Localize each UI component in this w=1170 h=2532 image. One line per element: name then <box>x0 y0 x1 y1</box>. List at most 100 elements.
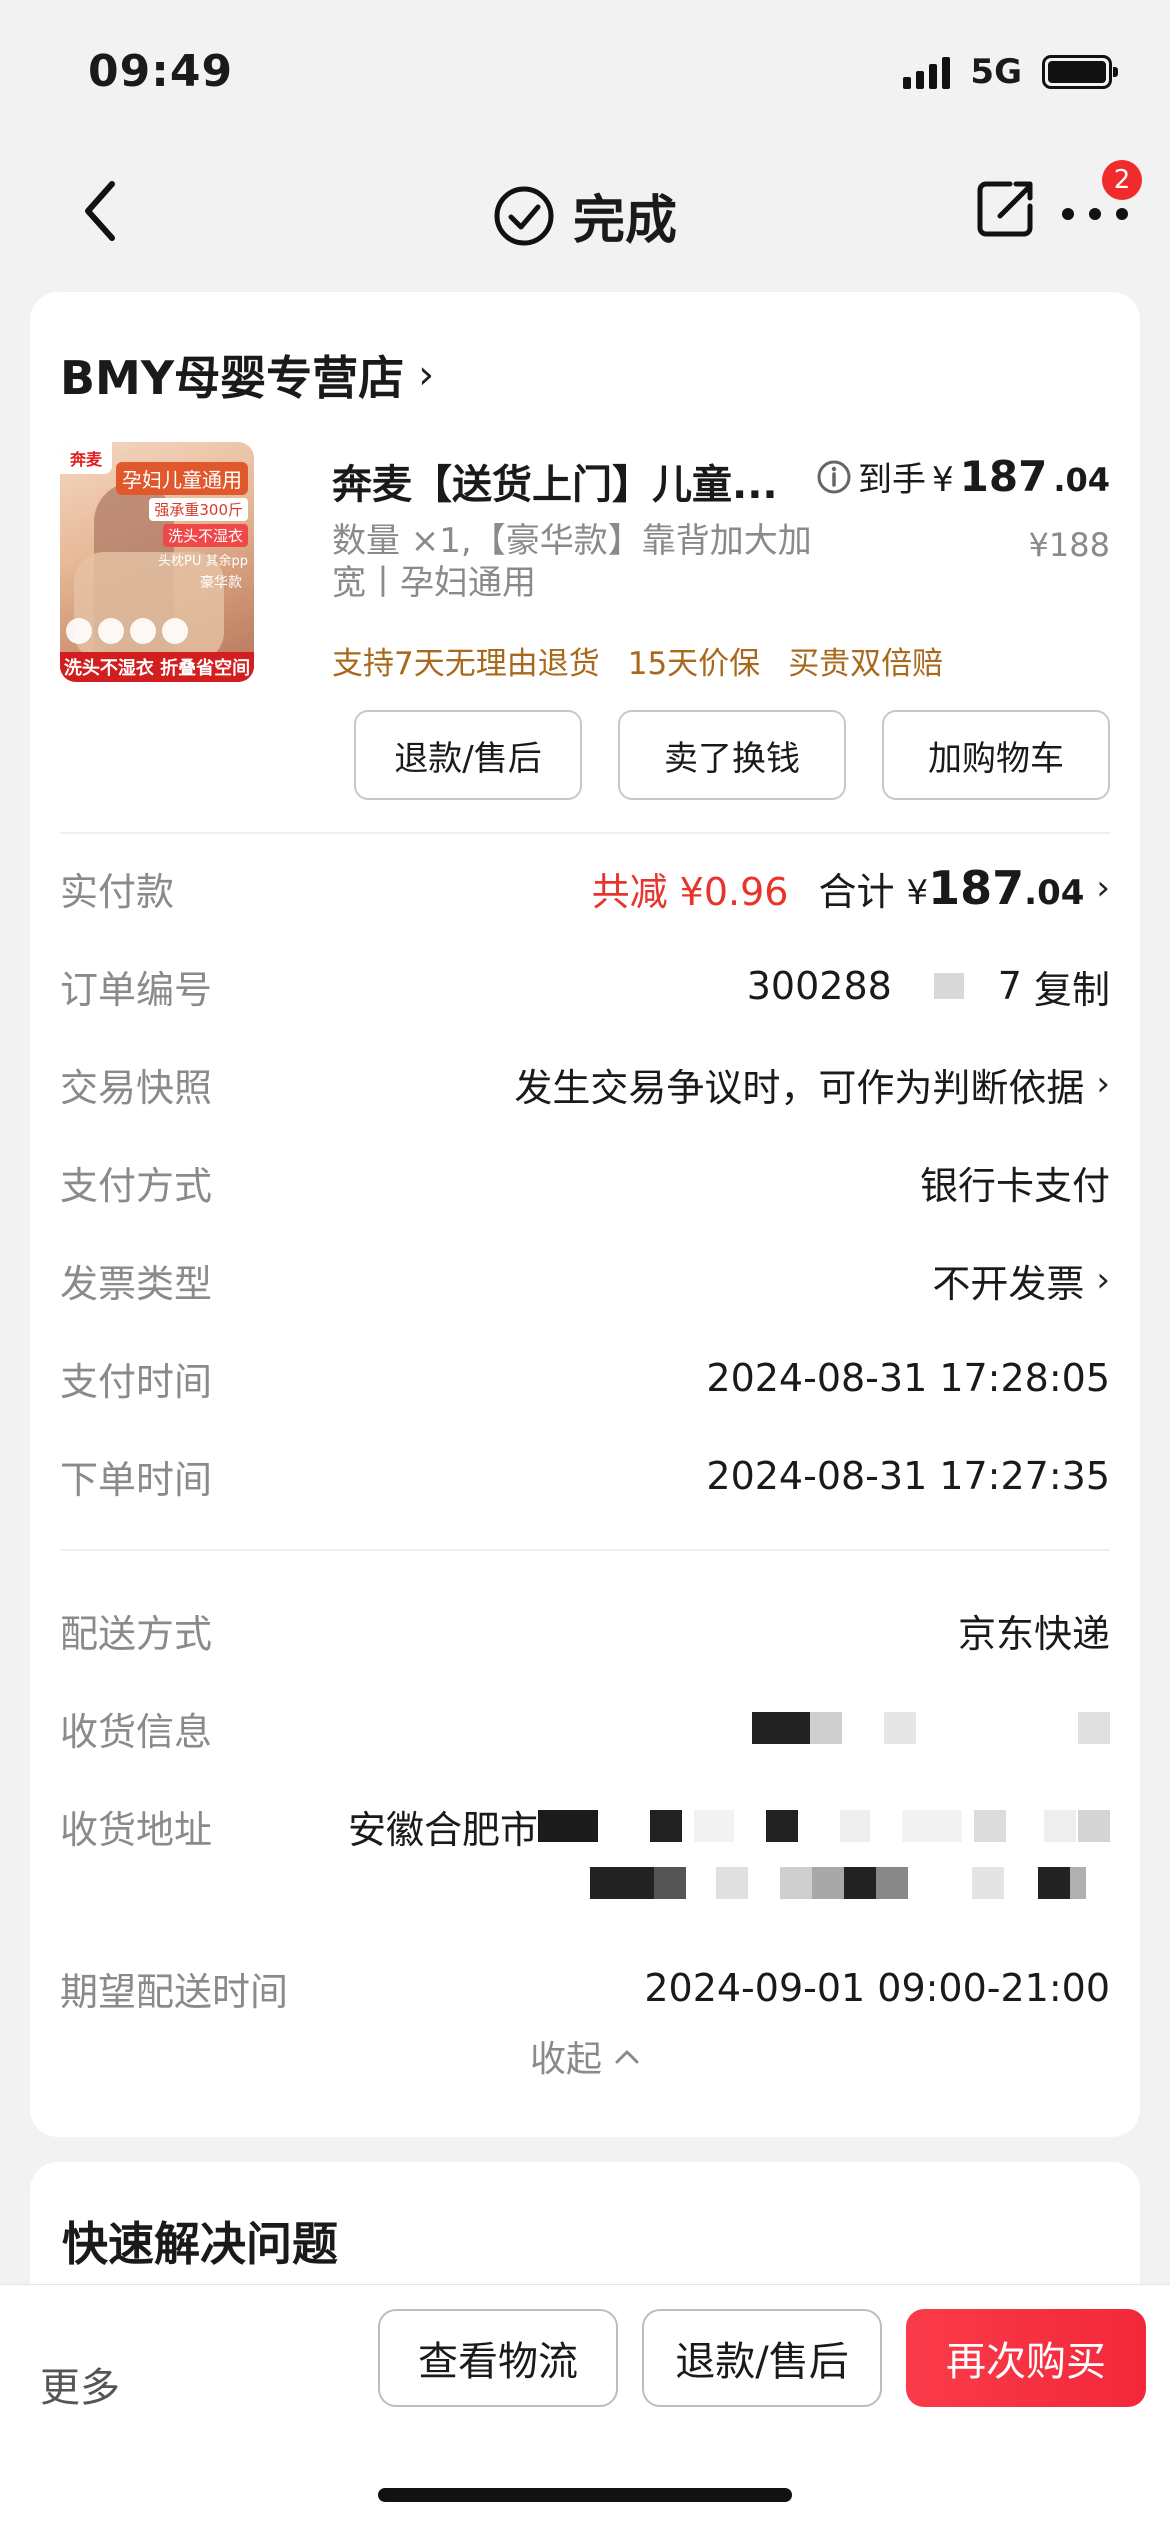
total-decimal: .04 <box>1024 873 1085 913</box>
divider <box>60 1549 1110 1551</box>
total-currency: ¥ <box>906 873 929 913</box>
add-to-cart-button[interactable]: 加购物车 <box>882 710 1110 800</box>
product-image-icons <box>66 618 188 644</box>
order-number-row: 订单编号 300288 7 复制 <box>60 956 1110 1016</box>
more-link[interactable]: 更多 <box>40 2355 120 2413</box>
refund-aftersale-button[interactable]: 退款/售后 <box>354 710 582 800</box>
status-bar: 09:49 5G <box>0 0 1170 140</box>
delivery-value: 京东快递 <box>957 1611 1110 1656</box>
product-image-text: 头枕PU 其余pp <box>158 554 248 569</box>
guarantee-item: 支持7天无理由退货 <box>332 646 600 682</box>
total-integer: 187 <box>928 861 1025 915</box>
snapshot-value-wrap: 发生交易争议时，可作为判断依据 › <box>514 1057 1110 1112</box>
chevron-right-icon: › <box>418 352 435 398</box>
pay-time-row: 支付时间 2024-08-31 17:28:05 <box>60 1348 1110 1408</box>
expected-time-value: 2024-09-01 09:00-21:00 <box>644 1966 1110 2010</box>
product-image-text: 豪华款 <box>200 575 242 591</box>
snapshot-row[interactable]: 交易快照 发生交易争议时，可作为判断依据 › <box>60 1054 1110 1114</box>
view-logistics-button[interactable]: 查看物流 <box>378 2309 618 2407</box>
page-title-text: 完成 <box>572 191 677 251</box>
order-number-value: 300288 7 复制 <box>747 959 1110 1014</box>
product-title[interactable]: 奔麦【送货上门】儿童... <box>332 452 832 510</box>
info-icon[interactable] <box>816 459 852 495</box>
product-image-banner: 洗头不湿衣 折叠省空间 <box>60 652 254 682</box>
receiver-label: 收货信息 <box>60 1709 213 1754</box>
refund-button[interactable]: 退款/售后 <box>642 2309 882 2407</box>
chevron-up-icon <box>615 2050 639 2064</box>
share-icon[interactable] <box>974 176 1038 240</box>
paid-amount-label: 实付款 <box>60 869 175 914</box>
paid-amount-value: 共减 ¥0.96 合计 ¥187.04 › <box>592 861 1110 916</box>
copy-button[interactable]: 复制 <box>1034 959 1110 1014</box>
rebuy-button[interactable]: 再次购买 <box>906 2309 1146 2407</box>
guarantee-list: 支持7天无理由退货 15天价保 买贵双倍赔 <box>332 638 943 683</box>
expected-time-row: 期望配送时间 2024-09-01 09:00-21:00 <box>60 1958 1110 2018</box>
address-row: 收货地址 安徽合肥市 <box>60 1796 1110 1856</box>
order-card: BMY母婴专营店 › 奔麦 孕妇儿童通用 强承重300斤 洗头不湿衣 头枕PU … <box>30 292 1140 2137</box>
product-image-text: 洗头不湿衣 <box>162 524 248 547</box>
product-image-headline: 孕妇儿童通用 <box>116 462 248 495</box>
price-prefix: 到手 <box>858 460 926 500</box>
redacted-block <box>933 973 964 999</box>
product-image[interactable]: 奔麦 孕妇儿童通用 强承重300斤 洗头不湿衣 头枕PU 其余pp 豪华款 洗头… <box>60 442 254 682</box>
chevron-right-icon: › <box>1096 868 1110 908</box>
store-link[interactable]: BMY母婴专营店 › <box>60 342 434 408</box>
payment-method-row: 支付方式 银行卡支付 <box>60 1152 1110 1212</box>
status-time: 09:49 <box>88 46 234 97</box>
expected-time-label: 期望配送时间 <box>60 1969 289 2014</box>
product-image-text: 强承重300斤 <box>149 498 248 521</box>
nav-bar: 完成 2 <box>0 150 1170 270</box>
discount-amount: 共减 ¥0.96 <box>591 869 789 914</box>
order-number-part: 7 <box>997 964 1022 1008</box>
divider <box>60 832 1110 834</box>
signal-icon <box>903 55 951 89</box>
check-circle-icon <box>494 186 554 245</box>
product-spec: 数量 ×1,【豪华款】靠背加大加宽丨孕妇通用 <box>332 521 812 603</box>
payment-method-label: 支付方式 <box>60 1163 213 1208</box>
paid-amount-row[interactable]: 实付款 共减 ¥0.96 合计 ¥187.04 › <box>60 858 1110 918</box>
resell-button[interactable]: 卖了换钱 <box>618 710 846 800</box>
order-time-value: 2024-08-31 17:27:35 <box>706 1454 1110 1498</box>
order-time-label: 下单时间 <box>60 1457 213 1502</box>
price-integer: 187 <box>959 452 1048 501</box>
home-indicator <box>378 2488 792 2502</box>
total-prefix: 合计 <box>818 869 895 914</box>
guarantee-item: 买贵双倍赔 <box>788 646 944 682</box>
status-indicators: 5G <box>903 52 1118 92</box>
address-value: 安徽合肥市 <box>348 1799 1110 1854</box>
notification-badge: 2 <box>1102 160 1142 200</box>
invoice-value: 不开发票 <box>932 1261 1085 1306</box>
chevron-right-icon: › <box>1096 1260 1110 1300</box>
quick-solve-title: 快速解决问题 <box>62 2217 338 2271</box>
receiver-row: 收货信息 <box>60 1698 1110 1758</box>
snapshot-label: 交易快照 <box>60 1065 213 1110</box>
guarantee-item: 15天价保 <box>627 646 761 682</box>
price-decimal: .04 <box>1053 461 1110 499</box>
final-price: 到手 ¥187.04 <box>816 452 1110 501</box>
store-name: BMY母婴专营店 <box>60 351 405 405</box>
battery-icon <box>1042 55 1118 89</box>
delivery-label: 配送方式 <box>60 1611 213 1656</box>
product-brand-tag: 奔麦 <box>60 442 113 474</box>
network-label: 5G <box>970 52 1022 92</box>
address-label: 收货地址 <box>60 1807 213 1852</box>
collapse-label: 收起 <box>529 2039 602 2080</box>
order-time-row: 下单时间 2024-08-31 17:27:35 <box>60 1446 1110 1506</box>
product-actions: 退款/售后 卖了换钱 加购物车 <box>354 710 1110 800</box>
invoice-label: 发票类型 <box>60 1261 213 1306</box>
invoice-value-wrap: 不开发票 › <box>932 1253 1110 1308</box>
payment-method-value: 银行卡支付 <box>919 1163 1110 1208</box>
delivery-row: 配送方式 京东快递 <box>60 1600 1110 1660</box>
price-currency: ¥ <box>932 460 954 500</box>
receiver-value-redacted <box>752 1712 1110 1744</box>
order-number-label: 订单编号 <box>60 967 213 1012</box>
collapse-toggle[interactable]: 收起 <box>0 2030 1170 2082</box>
pay-time-value: 2024-08-31 17:28:05 <box>706 1356 1110 1400</box>
chevron-right-icon: › <box>1096 1064 1110 1104</box>
snapshot-value: 发生交易争议时，可作为判断依据 <box>514 1065 1085 1110</box>
address-text: 安徽合肥市 <box>347 1807 538 1852</box>
order-number-part: 300288 <box>746 964 892 1008</box>
original-price: ¥188 <box>1028 526 1110 564</box>
pay-time-label: 支付时间 <box>60 1359 213 1404</box>
invoice-row[interactable]: 发票类型 不开发票 › <box>60 1250 1110 1310</box>
